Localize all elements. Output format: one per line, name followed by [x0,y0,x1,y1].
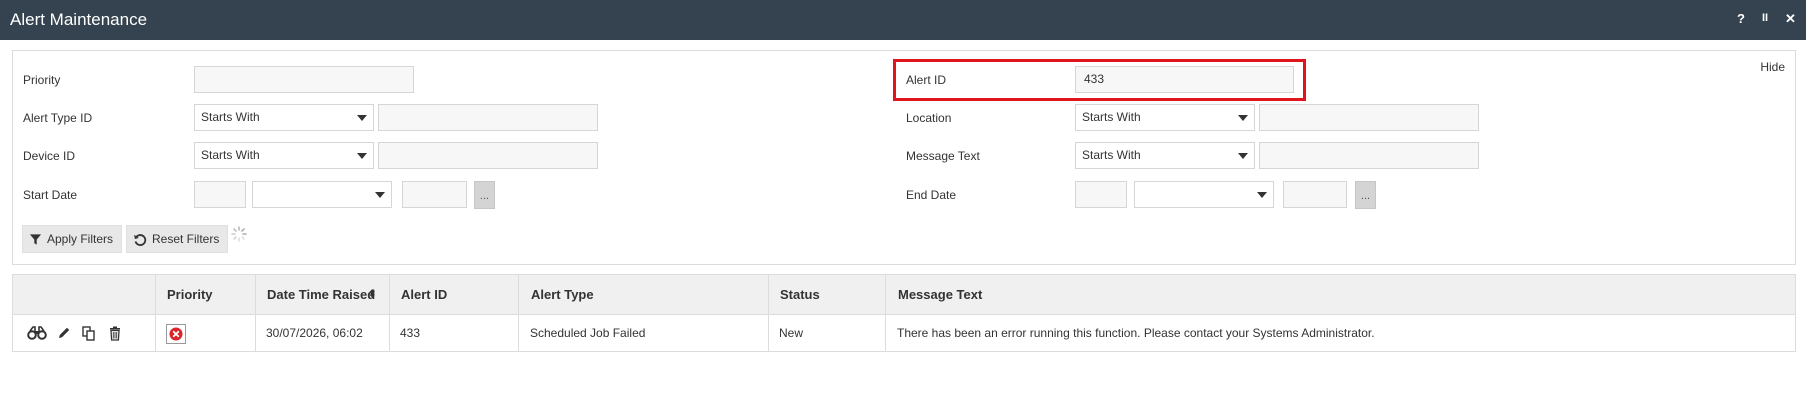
chevron-down-icon [375,192,385,198]
column-header-message-text[interactable]: Message Text [898,275,982,315]
date-time-raised-cell: 30/07/2026, 06:02 [266,326,363,340]
priority-label: Priority [23,73,61,87]
pause-icon[interactable]: II [1762,12,1768,24]
message-text-cell: There has been an error running this fun… [897,326,1375,340]
chevron-down-icon [1238,115,1248,121]
reset-icon [134,234,147,246]
priority-cell [166,324,186,344]
column-divider [155,275,156,351]
location-operator[interactable]: Starts With [1075,104,1255,131]
location-label: Location [906,111,952,125]
start-date-day-input[interactable] [194,181,246,208]
end-date-year-input[interactable] [1283,181,1347,208]
chevron-down-icon [1238,153,1248,159]
start-date-picker-button[interactable]: ... [474,181,495,209]
column-divider [885,275,886,351]
end-date-month-select[interactable] [1134,181,1274,208]
column-header-alert-type[interactable]: Alert Type [531,275,594,315]
message-text-label: Message Text [906,149,980,163]
trash-icon[interactable] [109,326,121,341]
location-operator-value: Starts With [1082,110,1141,124]
start-date-label: Start Date [23,188,78,202]
help-icon[interactable]: ? [1737,11,1745,26]
alert-type-id-label: Alert Type ID [23,111,93,125]
column-divider [389,275,390,351]
close-icon[interactable]: ✕ [1785,11,1796,27]
end-date-day-input[interactable] [1075,181,1127,208]
binoculars-icon[interactable] [27,326,47,340]
message-text-operator-value: Starts With [1082,148,1141,162]
column-header-alert-id[interactable]: Alert ID [401,275,447,315]
sort-icon[interactable]: ⬍ [368,275,376,315]
apply-filters-button[interactable]: Apply Filters [22,225,123,253]
pencil-icon[interactable] [57,326,71,340]
window-title: Alert Maintenance [10,10,148,29]
chevron-down-icon [357,153,367,159]
alert-id-cell: 433 [400,326,421,340]
alerts-table: Priority Date Time Raised ⬍ Alert ID Ale… [12,274,1796,352]
filter-icon [29,234,42,245]
chevron-down-icon [1257,192,1267,198]
message-text-operator[interactable]: Starts With [1075,142,1255,169]
chevron-down-icon [357,115,367,121]
device-id-label: Device ID [23,149,76,163]
reset-filters-label: Reset Filters [152,232,220,246]
loading-spinner-icon [231,226,247,242]
column-header-priority[interactable]: Priority [167,275,213,315]
message-text-input[interactable] [1259,142,1479,169]
alert-type-id-operator-value: Starts With [201,110,260,124]
priority-input[interactable] [194,66,414,93]
device-id-input[interactable] [378,142,598,169]
column-divider [255,275,256,351]
error-icon [169,327,183,341]
column-divider [768,275,769,351]
alert-type-id-operator[interactable]: Starts With [194,104,374,131]
status-cell: New [779,326,804,340]
column-divider [518,275,519,351]
copy-icon[interactable] [82,326,96,341]
end-date-label: End Date [906,188,957,202]
alert-type-id-input[interactable] [378,104,598,131]
start-date-month-select[interactable] [252,181,392,208]
title-bar: Alert Maintenance ? II ✕ [0,0,1806,40]
apply-filters-label: Apply Filters [47,232,114,246]
start-date-year-input[interactable] [402,181,467,208]
hide-filters-link[interactable]: Hide [1760,60,1785,74]
reset-filters-button[interactable]: Reset Filters [126,225,229,253]
device-id-operator-value: Starts With [201,148,260,162]
filter-panel: Hide Priority Alert ID 433 Alert Type ID… [12,50,1796,265]
location-input[interactable] [1259,104,1479,131]
column-header-status[interactable]: Status [780,275,820,315]
alert-id-highlight [893,59,1306,101]
device-id-operator[interactable]: Starts With [194,142,374,169]
column-header-date-time-raised[interactable]: Date Time Raised [267,275,375,315]
end-date-picker-button[interactable]: ... [1355,181,1376,209]
alert-type-cell: Scheduled Job Failed [530,326,646,340]
